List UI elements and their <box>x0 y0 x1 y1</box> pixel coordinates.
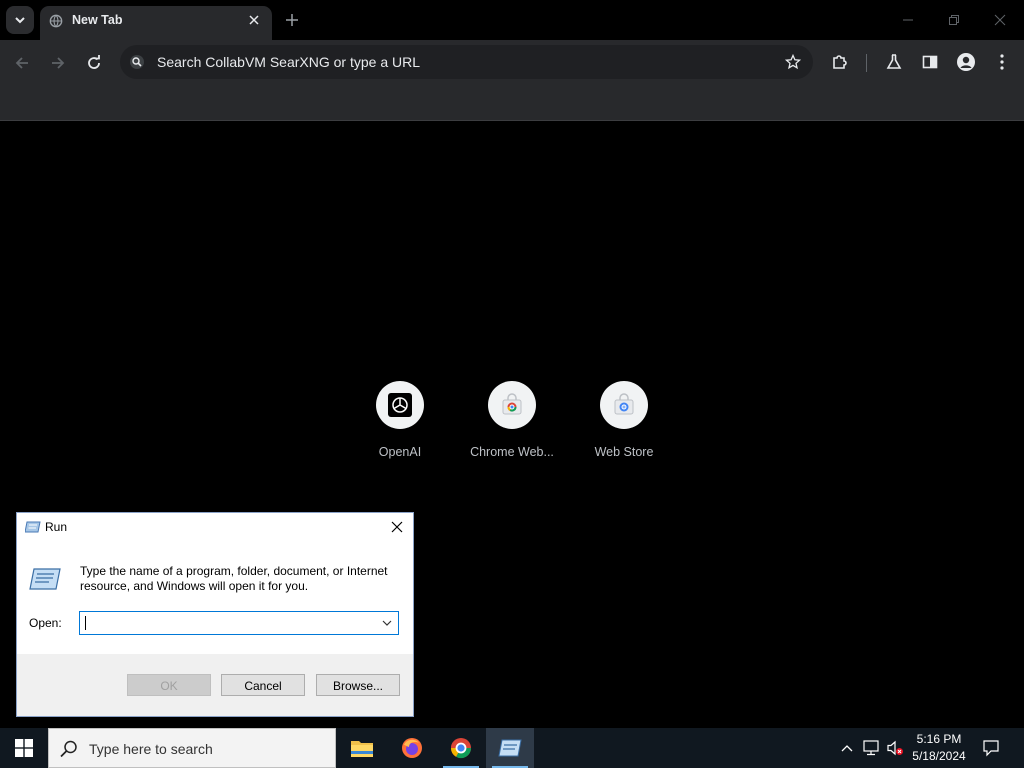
bookmarks-bar <box>0 85 1024 121</box>
reload-icon <box>88 55 100 69</box>
arrow-left-icon <box>15 57 28 69</box>
plus-icon <box>286 14 298 26</box>
taskbar-chrome[interactable] <box>437 728 485 768</box>
cancel-button[interactable]: Cancel <box>221 674 305 696</box>
shortcut-tile <box>376 381 424 429</box>
shortcut-label: OpenAI <box>378 445 422 459</box>
more-vertical-icon <box>1000 54 1004 70</box>
side-panel-button[interactable] <box>918 50 942 74</box>
browser-toolbar: Search CollabVM SearXNG or type a URL <box>0 40 1024 85</box>
puzzle-icon <box>833 55 847 69</box>
notification-center-button[interactable] <box>980 737 1002 759</box>
clock-time: 5:16 PM <box>916 732 962 746</box>
clock-date: 5/18/2024 <box>912 749 966 763</box>
start-button[interactable] <box>0 728 48 768</box>
profile-button[interactable] <box>954 50 978 74</box>
toolbar-divider <box>866 54 867 72</box>
run-icon <box>25 521 41 533</box>
close-icon <box>994 14 1006 26</box>
run-close-button[interactable] <box>387 517 407 537</box>
firefox-icon <box>402 738 422 758</box>
network-icon <box>863 740 879 756</box>
tab-title: New Tab <box>72 13 123 27</box>
omnibox-placeholder: Search CollabVM SearXNG or type a URL <box>157 54 420 70</box>
taskbar-file-explorer[interactable] <box>338 728 386 768</box>
open-label: Open: <box>29 616 62 630</box>
run-titlebar[interactable]: Run <box>17 513 413 541</box>
volume-button[interactable] <box>885 738 905 758</box>
volume-muted-icon <box>887 740 903 756</box>
openai-icon <box>388 393 412 417</box>
shortcut-openai[interactable]: OpenAI <box>344 381 456 471</box>
desktop: New Tab Search CollabVM SearXNG or type … <box>0 0 1024 768</box>
file-explorer-icon <box>351 741 373 757</box>
close-icon <box>391 521 403 533</box>
omnibox[interactable]: Search CollabVM SearXNG or type a URL <box>120 45 813 79</box>
notification-icon <box>983 740 999 757</box>
window-close-button[interactable] <box>978 6 1022 34</box>
ok-button[interactable]: OK <box>127 674 211 696</box>
globe-icon <box>49 14 63 28</box>
close-icon <box>249 15 259 25</box>
shortcut-label: Web Store <box>594 445 654 459</box>
flask-icon <box>886 54 902 69</box>
run-dialog: Run Type the name of a program, folder, … <box>16 512 414 717</box>
open-combobox[interactable] <box>79 611 399 635</box>
run-icon <box>498 739 522 757</box>
back-button[interactable] <box>8 49 36 77</box>
chevron-down-icon <box>15 17 25 24</box>
search-icon <box>60 740 77 758</box>
chevron-down-icon <box>382 620 392 626</box>
chevron-up-icon <box>841 745 853 752</box>
chrome-web-store-icon <box>502 393 522 415</box>
shortcut-web-store[interactable]: Web Store <box>568 381 680 471</box>
text-caret <box>85 616 86 630</box>
chrome-labs-button[interactable] <box>882 50 906 74</box>
shortcut-label: Chrome Web... <box>470 445 554 459</box>
tab-close-button[interactable] <box>246 12 262 28</box>
browse-button[interactable]: Browse... <box>316 674 400 696</box>
shortcut-chrome-web[interactable]: Chrome Web... <box>456 381 568 471</box>
tab-new-tab[interactable]: New Tab <box>40 6 272 40</box>
star-icon <box>785 54 801 70</box>
web-store-icon <box>614 393 634 415</box>
side-panel-icon <box>922 55 938 69</box>
reload-button[interactable] <box>80 49 108 77</box>
windows-logo-icon <box>15 739 33 757</box>
menu-button[interactable] <box>990 50 1014 74</box>
searxng-icon <box>130 55 144 69</box>
taskbar-firefox[interactable] <box>388 728 436 768</box>
taskbar-search-placeholder: Type here to search <box>89 741 213 757</box>
tab-search-button[interactable] <box>6 6 34 34</box>
shortcut-tile <box>600 381 648 429</box>
tab-strip: New Tab <box>0 0 1024 40</box>
taskbar-run[interactable] <box>486 728 534 768</box>
run-title: Run <box>45 520 68 534</box>
clock[interactable]: 5:16 PM 5/18/2024 <box>904 731 974 765</box>
arrow-right-icon <box>52 57 65 69</box>
extensions-button[interactable] <box>828 50 852 74</box>
chrome-icon <box>450 738 472 759</box>
bookmark-star-button[interactable] <box>783 52 803 72</box>
new-tab-button[interactable] <box>280 8 304 32</box>
network-button[interactable] <box>861 738 881 758</box>
minimize-icon <box>903 19 913 21</box>
show-hidden-icons-button[interactable] <box>837 738 857 758</box>
avatar-icon <box>957 53 975 71</box>
taskbar-search[interactable]: Type here to search <box>48 728 336 768</box>
forward-button[interactable] <box>44 49 72 77</box>
open-dropdown-button[interactable] <box>378 614 396 632</box>
shortcut-tile <box>488 381 536 429</box>
run-program-icon <box>29 568 61 590</box>
taskbar: Type here to search 5:16 PM 5/18/2024 <box>0 728 1024 768</box>
restore-icon <box>949 15 959 25</box>
run-button-bar: OK Cancel Browse... <box>17 654 413 716</box>
minimize-button[interactable] <box>886 6 930 34</box>
run-description: Type the name of a program, folder, docu… <box>80 564 388 593</box>
restore-button[interactable] <box>932 6 976 34</box>
